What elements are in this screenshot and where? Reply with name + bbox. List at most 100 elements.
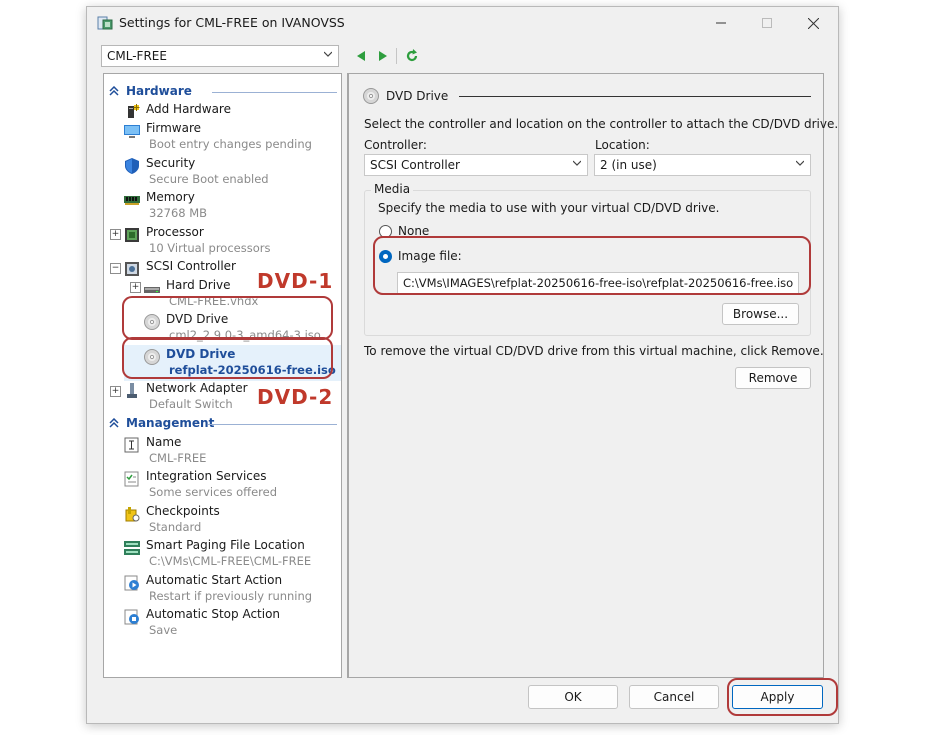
- integration-services-icon: [124, 471, 140, 487]
- hardware-section-label: Hardware: [126, 84, 192, 98]
- tree-item-name: Name: [146, 435, 182, 449]
- collapse-up-icon: [109, 86, 119, 96]
- tree-item-name: Memory: [146, 190, 195, 204]
- tree-item-name: Automatic Stop Action: [146, 607, 281, 621]
- name-field-icon: [124, 437, 140, 453]
- tree-item-name: Network Adapter: [146, 381, 248, 395]
- forward-button[interactable]: [374, 47, 392, 65]
- dvd-disc-icon: [363, 88, 379, 104]
- expand-hard-drive[interactable]: +: [130, 282, 141, 293]
- close-button[interactable]: [790, 7, 836, 39]
- panel-intro-text: Select the controller and location on th…: [364, 117, 839, 131]
- tree-item-name: Hard Drive: [166, 278, 231, 292]
- expand-processor[interactable]: +: [110, 229, 121, 240]
- remove-instruction-text: To remove the virtual CD/DVD drive from …: [364, 344, 824, 358]
- tree-item-firmware[interactable]: Firmware Boot entry changes pending: [124, 121, 334, 155]
- chevron-down-icon: [573, 160, 581, 166]
- tree-item-smart-paging[interactable]: Smart Paging File Location C:\VMs\CML-FR…: [124, 538, 334, 572]
- tree-item-integration-services[interactable]: Integration Services Some services offer…: [124, 469, 334, 503]
- tree-item-name: SCSI Controller: [146, 259, 236, 273]
- minimize-icon: [716, 22, 726, 24]
- tree-item-name: Processor: [146, 225, 204, 239]
- browse-button[interactable]: Browse...: [722, 303, 799, 325]
- controller-label: Controller:: [364, 138, 427, 152]
- checkpoints-icon: [124, 506, 140, 522]
- remove-button[interactable]: Remove: [735, 367, 811, 389]
- tree-item-security[interactable]: Security Secure Boot enabled: [124, 156, 334, 190]
- tree-item-detail: Boot entry changes pending: [149, 137, 312, 151]
- dvd1-highlight-box: [122, 296, 333, 340]
- tree-item-detail: Default Switch: [149, 397, 233, 411]
- location-select[interactable]: 2 (in use): [594, 154, 811, 176]
- vm-selector-value: CML-FREE: [107, 49, 167, 63]
- dvd-drive-settings-panel: DVD Drive Select the controller and loca…: [347, 73, 838, 678]
- tree-item-name: Security: [146, 156, 196, 170]
- toolbar-separator: [396, 48, 397, 64]
- cancel-button[interactable]: Cancel: [629, 685, 719, 709]
- collapse-up-icon: [109, 418, 119, 428]
- auto-start-icon: [124, 575, 140, 591]
- tree-item-processor[interactable]: Processor 10 Virtual processors: [124, 225, 334, 259]
- controller-select[interactable]: SCSI Controller: [364, 154, 588, 176]
- back-button[interactable]: [352, 47, 370, 65]
- tree-item-automatic-start-action[interactable]: Automatic Start Action Restart if previo…: [124, 573, 334, 607]
- tree-item-name: Firmware: [146, 121, 201, 135]
- expand-network-adapter[interactable]: +: [110, 386, 121, 397]
- refresh-icon: [406, 49, 418, 62]
- panel-header-line: [459, 96, 811, 97]
- forward-arrow-icon: [379, 51, 387, 61]
- image-file-highlight-box: [373, 236, 811, 295]
- tree-item-name: Automatic Start Action: [146, 573, 283, 587]
- close-icon: [807, 17, 819, 29]
- tree-item-detail: Save: [149, 623, 178, 637]
- window-title: Settings for CML-FREE on IVANOVSS: [119, 15, 345, 30]
- collapse-scsi-controller[interactable]: −: [110, 263, 121, 274]
- tree-item-memory[interactable]: Memory 32768 MB: [124, 190, 334, 224]
- tree-item-name: Smart Paging File Location: [146, 538, 305, 552]
- panel-header: DVD Drive: [386, 89, 449, 103]
- add-hardware-icon: [124, 104, 140, 120]
- memory-icon: [124, 192, 140, 208]
- title-bar: Settings for CML-FREE on IVANOVSS: [87, 7, 838, 39]
- dvd2-highlight-box: [122, 337, 333, 379]
- media-description: Specify the media to use with your virtu…: [378, 201, 720, 215]
- tree-item-detail: Restart if previously running: [149, 589, 313, 603]
- hardware-section-header[interactable]: Hardware: [104, 84, 341, 100]
- network-adapter-icon: [124, 383, 140, 399]
- smart-paging-icon: [124, 540, 140, 556]
- tree-item-checkpoints[interactable]: Checkpoints Standard: [124, 504, 334, 538]
- firmware-icon: [124, 123, 140, 139]
- management-section-header[interactable]: Management: [104, 416, 341, 432]
- tree-item-detail: Standard: [149, 520, 202, 534]
- shield-icon: [124, 158, 140, 174]
- ok-button[interactable]: OK: [528, 685, 618, 709]
- processor-icon: [124, 227, 140, 243]
- tree-item-name: Add Hardware: [146, 102, 231, 116]
- tree-item-automatic-stop-action[interactable]: Automatic Stop Action Save: [124, 607, 334, 641]
- management-section-label: Management: [126, 416, 215, 430]
- location-select-value: 2 (in use): [600, 158, 657, 172]
- tree-item-detail: Secure Boot enabled: [149, 172, 269, 186]
- chevron-down-icon: [796, 160, 804, 166]
- auto-stop-icon: [124, 609, 140, 625]
- scsi-controller-icon: [124, 261, 140, 277]
- refresh-button[interactable]: [403, 47, 421, 65]
- dvd2-callout: DVD-2: [257, 385, 334, 409]
- tree-item-name-setting[interactable]: Name CML-FREE: [124, 435, 334, 469]
- maximize-icon: [762, 18, 772, 28]
- section-divider: [212, 92, 337, 93]
- tree-item-detail: CML-FREE: [149, 451, 207, 465]
- chevron-down-icon: [324, 51, 332, 57]
- tree-item-detail: 32768 MB: [149, 206, 208, 220]
- tree-item-detail: Some services offered: [149, 485, 277, 499]
- settings-app-icon: [97, 15, 113, 31]
- apply-highlight-box: [727, 678, 838, 716]
- controller-select-value: SCSI Controller: [370, 158, 460, 172]
- dvd1-callout: DVD-1: [257, 269, 334, 293]
- back-arrow-icon: [357, 51, 365, 61]
- hard-drive-icon: [144, 280, 160, 296]
- maximize-button[interactable]: [744, 7, 790, 39]
- minimize-button[interactable]: [698, 7, 744, 39]
- section-divider: [208, 424, 337, 425]
- vm-selector[interactable]: CML-FREE: [101, 45, 339, 67]
